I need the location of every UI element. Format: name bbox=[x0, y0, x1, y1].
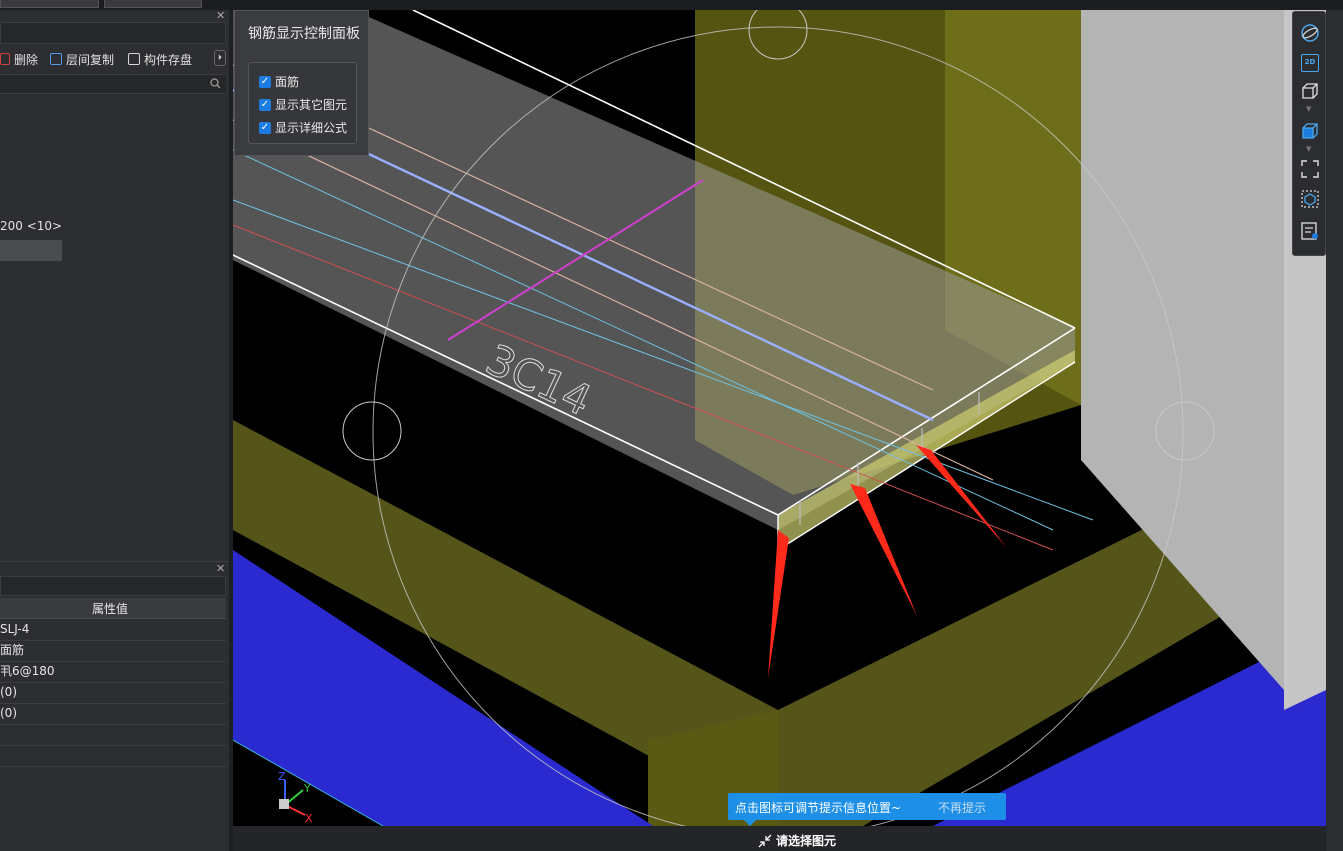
top-dropdown-left[interactable] bbox=[0, 0, 99, 8]
2d-view-icon[interactable]: 2D bbox=[1301, 54, 1319, 72]
property-row[interactable]: 面筋 bbox=[0, 640, 226, 662]
control-panel-title: 钢筋显示控制面板 bbox=[248, 26, 360, 42]
property-row[interactable]: SLJ-4 bbox=[0, 619, 226, 641]
save-component-button[interactable]: 构件存盘 bbox=[128, 46, 192, 72]
top-dropdown-right[interactable] bbox=[104, 0, 202, 8]
checkbox-checked-icon[interactable]: ✓ bbox=[259, 98, 271, 111]
property-value: (0) bbox=[0, 706, 17, 720]
option-label: 显示详细公式 bbox=[275, 121, 348, 135]
save-component-label: 构件存盘 bbox=[144, 52, 193, 67]
fit-selection-icon[interactable] bbox=[1301, 160, 1319, 178]
tree-item-label[interactable]: 200 <10> bbox=[0, 219, 62, 233]
view-toolbar: 2D ▼ ▼ bbox=[1292, 11, 1326, 256]
orbit-handle-left[interactable] bbox=[342, 401, 402, 461]
checkbox-checked-icon[interactable]: ✓ bbox=[259, 121, 271, 134]
component-toolbar: 删除 层间复制 构件存盘 ⏵ bbox=[0, 46, 229, 72]
properties-search-field[interactable] bbox=[0, 576, 226, 596]
component-search-field[interactable] bbox=[0, 22, 226, 44]
floor-copy-label: 层间复制 bbox=[66, 52, 115, 67]
floor-copy-button[interactable]: 层间复制 bbox=[50, 46, 114, 72]
property-value-header: 属性值 bbox=[92, 602, 129, 616]
delete-button[interactable]: 删除 bbox=[0, 46, 38, 72]
tip-message: 点击图标可调节提示信息位置~ bbox=[735, 801, 902, 815]
annotation-arrow bbox=[768, 530, 789, 678]
option-face-rebar[interactable]: ✓ 面筋 bbox=[259, 73, 299, 90]
axis-y-label: Y bbox=[303, 782, 311, 795]
3d-box-icon[interactable] bbox=[1301, 82, 1319, 100]
property-value: 面筋 bbox=[0, 643, 25, 657]
copy-icon bbox=[50, 53, 62, 65]
orbit-icon[interactable] bbox=[1301, 24, 1319, 42]
property-row[interactable]: (0) bbox=[0, 703, 226, 725]
property-row[interactable] bbox=[0, 724, 226, 746]
property-value: 丮6@180 bbox=[0, 664, 55, 678]
rebar-display-control-panel: 钢筋显示控制面板 ✓ 面筋 ✓ 显示其它图元 ✓ 显示详细公式 bbox=[234, 10, 369, 156]
option-show-detailed-formula[interactable]: ✓ 显示详细公式 bbox=[259, 119, 347, 136]
properties-header: 属性值 bbox=[0, 598, 226, 619]
3d-viewport[interactable]: 3C14 Z Y X bbox=[233, 10, 1326, 826]
select-box-icon[interactable] bbox=[1301, 190, 1319, 208]
property-row[interactable] bbox=[0, 745, 226, 767]
chevron-down-icon[interactable]: ▼ bbox=[1306, 145, 1311, 153]
property-value: (0) bbox=[0, 685, 17, 699]
status-prompt: 请选择图元 bbox=[758, 832, 836, 849]
axis-x-label: X bbox=[305, 812, 313, 825]
tip-banner[interactable]: 点击图标可调节提示信息位置~ 不再提示 bbox=[728, 793, 1006, 826]
dont-show-again-link[interactable]: 不再提示 bbox=[938, 799, 986, 816]
viewport-scene: 3C14 Z Y X bbox=[233, 10, 1326, 826]
option-label: 显示其它图元 bbox=[275, 98, 348, 112]
right-side-panel-edge bbox=[1327, 10, 1343, 851]
close-icon[interactable]: ✕ bbox=[216, 563, 225, 574]
property-row[interactable]: (0) bbox=[0, 682, 226, 704]
tree-search-bar[interactable] bbox=[0, 74, 226, 94]
checkbox-checked-icon[interactable]: ✓ bbox=[259, 75, 271, 88]
shrink-arrows-icon bbox=[758, 834, 772, 847]
tree-item-selected[interactable] bbox=[0, 240, 62, 261]
annotation-arrow bbox=[916, 445, 1007, 548]
option-show-other-elements[interactable]: ✓ 显示其它图元 bbox=[259, 96, 347, 113]
axis-z-label: Z bbox=[278, 770, 286, 783]
status-bar: 请选择图元 bbox=[233, 826, 1326, 851]
trash-icon bbox=[0, 53, 10, 65]
search-icon bbox=[210, 78, 221, 89]
option-label: 面筋 bbox=[275, 75, 300, 89]
toolbar-more-button[interactable]: ⏵ bbox=[214, 50, 226, 66]
control-panel-options: ✓ 面筋 ✓ 显示其它图元 ✓ 显示详细公式 bbox=[248, 62, 357, 144]
close-icon[interactable]: ✕ bbox=[216, 10, 225, 21]
annotation-arrow bbox=[850, 484, 917, 616]
property-value: SLJ-4 bbox=[0, 622, 30, 636]
delete-label: 删除 bbox=[14, 52, 39, 67]
report-icon[interactable] bbox=[1301, 222, 1319, 240]
3d-box-filled-icon[interactable] bbox=[1301, 122, 1319, 140]
property-row[interactable]: 丮6@180 bbox=[0, 661, 226, 683]
properties-panel-title: ✕ bbox=[0, 561, 229, 576]
status-prompt-text: 请选择图元 bbox=[776, 834, 837, 848]
save-disk-icon bbox=[128, 53, 140, 65]
chevron-down-icon[interactable]: ▼ bbox=[1306, 105, 1311, 113]
